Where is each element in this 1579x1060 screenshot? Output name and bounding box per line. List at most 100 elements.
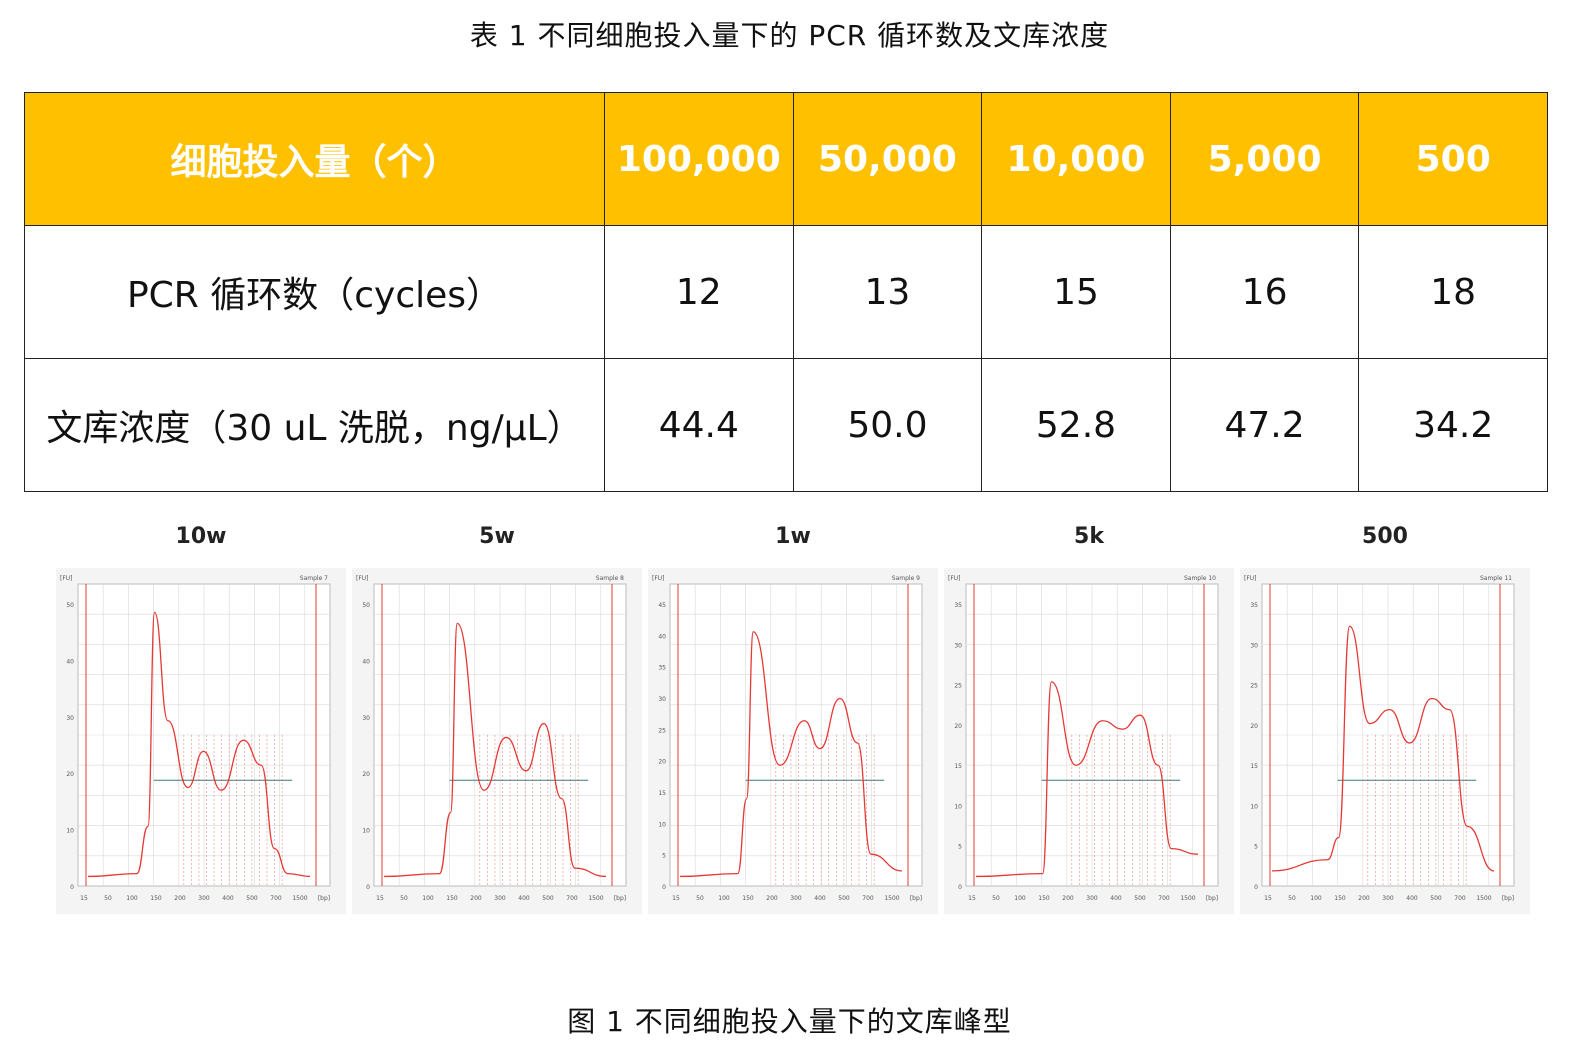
x-tick-label: 200 — [470, 895, 482, 902]
x-tick-label: 200 — [766, 895, 778, 902]
y-tick-label: 25 — [954, 683, 962, 690]
y-tick-label: 0 — [662, 884, 666, 891]
x-tick-label: 100 — [126, 895, 138, 902]
x-tick-label: 15 — [968, 895, 976, 902]
x-tick-label: 500 — [542, 895, 554, 902]
row-label-pcr-cycles: PCR 循环数（cycles） — [24, 225, 605, 359]
table-cell: 15 — [981, 225, 1171, 359]
y-tick-label: 20 — [658, 759, 666, 766]
y-tick-label: 5 — [662, 853, 666, 860]
panel-title: 1w — [775, 524, 811, 549]
y-tick-label: 50 — [362, 602, 370, 609]
x-tick-label: 700 — [270, 895, 282, 902]
y-unit-label: [FU] — [1244, 575, 1257, 582]
x-tick-label: 300 — [1382, 895, 1394, 902]
y-tick-label: 5 — [1254, 844, 1258, 851]
table-cell: 34.2 — [1358, 358, 1548, 492]
x-tick-label: [bp] — [318, 895, 330, 902]
panel-title: 5k — [1074, 524, 1104, 549]
x-tick-label: 400 — [814, 895, 826, 902]
x-tick-label: 400 — [518, 895, 530, 902]
y-tick-label: 30 — [362, 715, 370, 722]
table-header-row: 细胞投入量（个） 100,000 50,000 10,000 5,000 500 — [24, 92, 1548, 226]
electropherogram-image: 0 5 10 15 20 25 30 35 40 45 [FU] Sample 9 15 50 100 150… — [648, 568, 938, 914]
x-tick-label: 1500 — [292, 895, 307, 902]
y-tick-label: 10 — [954, 803, 962, 810]
x-tick-label: 50 — [1288, 895, 1296, 902]
x-tick-label: 50 — [400, 895, 408, 902]
y-tick-label: 40 — [362, 658, 370, 665]
table-row: PCR 循环数（cycles） 12 13 15 16 18 — [24, 225, 1548, 359]
x-tick-label: 500 — [246, 895, 258, 902]
x-tick-label: 150 — [446, 895, 458, 902]
y-tick-label: 15 — [658, 790, 666, 797]
y-unit-label: [FU] — [652, 575, 665, 582]
y-unit-label: [FU] — [356, 575, 369, 582]
panel-5k: 5k 0 5 10 15 20 25 30 35 [FU] Sample 10 15 50 100 150… — [944, 524, 1234, 920]
y-tick-label: 0 — [1254, 884, 1258, 891]
y-tick-label: 15 — [954, 763, 962, 770]
x-tick-label: 500 — [838, 895, 850, 902]
x-tick-label: 200 — [1062, 895, 1074, 902]
y-tick-label: 0 — [366, 884, 370, 891]
figure-caption: 图 1 不同细胞投入量下的文库峰型 — [567, 1005, 1012, 1038]
x-tick-label: 400 — [1406, 895, 1418, 902]
sample-label: Sample 7 — [300, 575, 328, 582]
panel-title: 10w — [175, 524, 227, 549]
x-tick-label: 15 — [1264, 895, 1272, 902]
y-tick-label: 35 — [954, 602, 962, 609]
x-tick-label: 150 — [1038, 895, 1050, 902]
panel-1w: 1w 0 5 10 15 20 25 30 35 40 45 [FU] Sample 9 15 50 100… — [648, 524, 938, 920]
x-tick-label: 1500 — [1476, 895, 1491, 902]
x-tick-label: [bp] — [1502, 895, 1514, 902]
header-cell-label: 细胞投入量（个） — [24, 92, 605, 226]
data-table: 细胞投入量（个） 100,000 50,000 10,000 5,000 500… — [24, 92, 1548, 492]
panel-10w: 10w 0 10 20 30 40 50 [FU] Sample 7 15 50 100 150 200… — [56, 524, 346, 920]
x-tick-label: [bp] — [614, 895, 626, 902]
electropherogram-image: 0 5 10 15 20 25 30 35 [FU] Sample 11 15 50 100 150 200… — [1240, 568, 1530, 914]
y-tick-label: 30 — [1250, 642, 1258, 649]
panel-title: 500 — [1362, 524, 1408, 549]
x-tick-label: [bp] — [910, 895, 922, 902]
x-tick-label: 1500 — [884, 895, 899, 902]
y-tick-label: 25 — [658, 727, 666, 734]
y-unit-label: [FU] — [948, 575, 961, 582]
x-tick-label: 200 — [1358, 895, 1370, 902]
table-cell: 44.4 — [604, 358, 794, 492]
y-tick-label: 10 — [1250, 803, 1258, 810]
y-tick-label: 5 — [958, 844, 962, 851]
y-tick-label: 25 — [1250, 683, 1258, 690]
y-unit-label: [FU] — [60, 575, 73, 582]
y-tick-label: 10 — [66, 828, 74, 835]
y-tick-label: 0 — [70, 884, 74, 891]
header-cell-5000: 5,000 — [1169, 92, 1360, 226]
x-tick-label: 100 — [422, 895, 434, 902]
electropherogram-panels: 10w 0 10 20 30 40 50 [FU] Sample 7 15 50 100 150 200… — [56, 524, 1536, 924]
table-cell: 50.0 — [792, 358, 983, 492]
y-tick-label: 20 — [362, 771, 370, 778]
x-tick-label: 400 — [222, 895, 234, 902]
y-tick-label: 30 — [66, 715, 74, 722]
y-tick-label: 10 — [658, 821, 666, 828]
x-tick-label: 100 — [1014, 895, 1026, 902]
x-tick-label: 700 — [862, 895, 874, 902]
table-cell: 52.8 — [981, 358, 1171, 492]
y-tick-label: 10 — [362, 828, 370, 835]
x-tick-label: 50 — [992, 895, 1000, 902]
table-cell: 47.2 — [1169, 358, 1360, 492]
table-cell: 18 — [1358, 225, 1548, 359]
y-tick-label: 20 — [954, 723, 962, 730]
x-tick-label: 50 — [104, 895, 112, 902]
x-tick-label: 1500 — [1180, 895, 1195, 902]
x-tick-label: 150 — [150, 895, 162, 902]
x-tick-label: 300 — [790, 895, 802, 902]
y-tick-label: 20 — [66, 771, 74, 778]
x-tick-label: 100 — [718, 895, 730, 902]
x-tick-label: 700 — [1454, 895, 1466, 902]
y-tick-label: 50 — [66, 602, 74, 609]
x-tick-label: 300 — [494, 895, 506, 902]
x-tick-label: 700 — [566, 895, 578, 902]
table-cell: 13 — [792, 225, 983, 359]
y-tick-label: 45 — [658, 602, 666, 609]
x-tick-label: 1500 — [588, 895, 603, 902]
